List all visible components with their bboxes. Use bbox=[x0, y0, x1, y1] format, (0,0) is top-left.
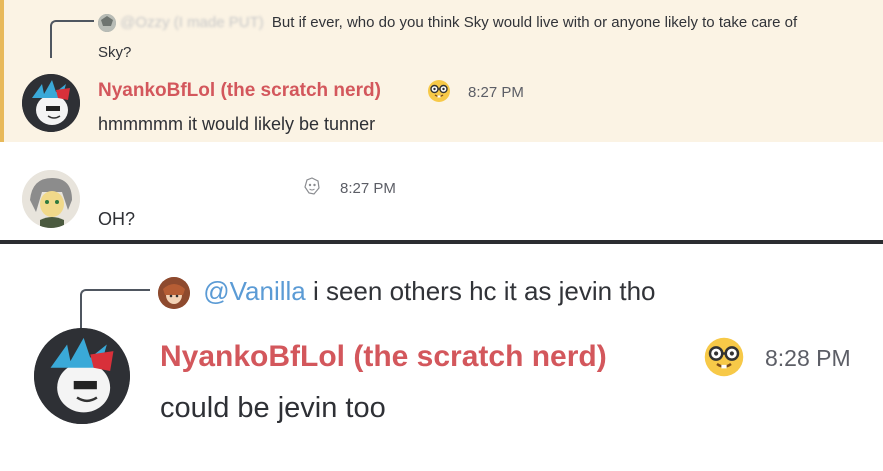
reply-connector bbox=[50, 20, 94, 58]
reply-text: But if ever, who do you think Sky would … bbox=[271, 14, 798, 31]
avatar-image bbox=[22, 170, 80, 228]
reply-mention[interactable]: @Vanilla bbox=[203, 276, 306, 306]
avatar-image bbox=[34, 328, 130, 424]
nerd-face-icon bbox=[703, 336, 745, 378]
reply-author-avatar bbox=[158, 277, 190, 310]
chat-screenshot-top: @Ozzy (I made PUT) But if ever, who do y… bbox=[0, 0, 883, 240]
reply-text: i seen others hc it as jevin tho bbox=[305, 276, 656, 306]
chat-screenshot-bottom: @Vanilla i seen others hc it as jevin th… bbox=[0, 244, 883, 471]
avatar[interactable] bbox=[34, 328, 130, 424]
reply-author-avatar bbox=[98, 14, 116, 33]
nerd-face-icon bbox=[427, 79, 451, 103]
avatar[interactable] bbox=[22, 74, 80, 132]
reply-preview[interactable]: @Ozzy (I made PUT) But if ever, who do y… bbox=[98, 14, 798, 33]
username[interactable]: NyankoBfLol (the scratch nerd) bbox=[98, 80, 381, 102]
message-text: OH? bbox=[98, 209, 136, 229]
message-timestamp[interactable]: 8:28 PM bbox=[765, 345, 851, 372]
reply-text-continued: Sky? bbox=[98, 44, 132, 61]
avatar-image bbox=[22, 74, 80, 132]
reply-author-name: @Ozzy (I made PUT) bbox=[120, 14, 264, 31]
message-text: could be jevin too bbox=[160, 392, 386, 424]
message-timestamp[interactable]: 8:27 PM bbox=[468, 84, 524, 101]
server-badge-icon bbox=[302, 176, 322, 196]
avatar[interactable] bbox=[22, 170, 80, 228]
message-text: hmmmmm it would likely be tunner bbox=[98, 114, 376, 134]
reply-preview[interactable]: @Vanilla i seen others hc it as jevin th… bbox=[158, 276, 656, 310]
username[interactable]: NyankoBfLol (the scratch nerd) bbox=[160, 340, 607, 374]
message-timestamp[interactable]: 8:27 PM bbox=[340, 180, 396, 197]
